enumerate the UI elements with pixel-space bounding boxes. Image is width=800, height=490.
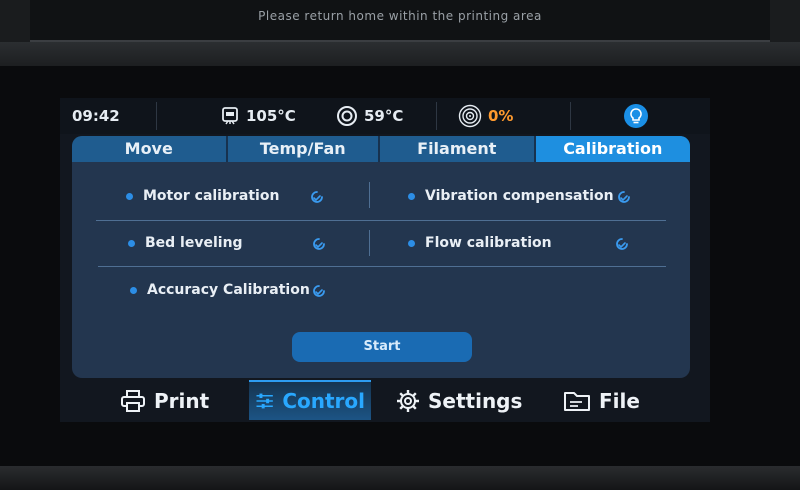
folder-icon (564, 392, 590, 411)
divider (96, 220, 666, 221)
calibration-item-label: Motor calibration (143, 188, 280, 204)
light-toggle[interactable] (623, 98, 655, 134)
calibration-item-motor[interactable]: Motor calibration (126, 184, 279, 208)
bullet-dot (408, 192, 415, 200)
status-indicator-icon (616, 238, 628, 250)
divider (369, 230, 370, 256)
light-bulb-icon (624, 104, 648, 128)
nav-control[interactable]: Control (249, 380, 371, 420)
status-separator (156, 102, 157, 130)
divider (369, 182, 370, 208)
printer-icon (121, 390, 145, 412)
status-bar: 09:42 105°C 59°C 0% (60, 98, 710, 134)
tab-calibration[interactable]: Calibration (535, 136, 690, 162)
gear-icon (397, 390, 419, 412)
bullet-dot (130, 286, 137, 294)
nav-label: Print (154, 389, 210, 413)
device-lower-edge (0, 466, 800, 490)
calibration-item-bed-leveling[interactable]: Bed leveling (128, 231, 243, 255)
control-panel: Move Temp/Fan Filament Calibration Motor… (72, 136, 690, 378)
bed-temperature[interactable]: 105°C (220, 98, 296, 134)
nozzle-temperature[interactable]: 59°C (336, 98, 403, 134)
nav-file[interactable]: File (563, 382, 640, 420)
divider (98, 266, 666, 267)
status-separator (436, 102, 437, 130)
calibration-item-flow[interactable]: Flow calibration (408, 231, 552, 255)
nozzle-icon (337, 106, 357, 126)
touch-screen: 09:42 105°C 59°C 0% Move Temp/Fan Filame… (60, 98, 710, 422)
calibration-item-label: Flow calibration (425, 235, 552, 251)
clock: 09:42 (72, 107, 120, 125)
tab-filament[interactable]: Filament (380, 136, 536, 162)
nav-label: Control (282, 389, 365, 413)
status-separator (570, 102, 571, 130)
bullet-dot (128, 239, 135, 247)
bullet-dot (126, 192, 133, 200)
calibration-item-label: Bed leveling (145, 235, 243, 251)
control-tabs: Move Temp/Fan Filament Calibration (72, 136, 690, 162)
calibration-item-label: Accuracy Calibration (147, 282, 310, 298)
bullet-dot (408, 239, 415, 247)
tab-temp-fan[interactable]: Temp/Fan (228, 136, 381, 162)
status-indicator-icon (313, 238, 325, 250)
calibration-item-accuracy[interactable]: Accuracy Calibration (130, 278, 310, 302)
calibration-item-label: Vibration compensation (425, 188, 614, 204)
bottom-navigation: Print Control Settings File (60, 380, 710, 422)
status-indicator-icon (618, 191, 630, 203)
nav-settings[interactable]: Settings (396, 382, 522, 420)
start-button[interactable]: Start (292, 332, 472, 362)
fan-icon (458, 104, 482, 128)
fan-percent-value: 0% (488, 107, 514, 125)
nav-label: File (599, 389, 640, 413)
calibration-item-vibration[interactable]: Vibration compensation (408, 184, 614, 208)
nozzle-temp-value: 59°C (364, 107, 404, 125)
nav-print[interactable]: Print (120, 382, 209, 420)
sliders-icon (256, 393, 273, 409)
upper-display-message: Please return home within the printing a… (258, 9, 542, 23)
tab-move[interactable]: Move (72, 136, 228, 162)
status-indicator-icon (313, 285, 325, 297)
upper-display-panel: Please return home within the printing a… (30, 0, 770, 42)
bed-temp-icon (222, 107, 238, 125)
nav-label: Settings (428, 389, 523, 413)
status-indicator-icon (311, 191, 323, 203)
bezel-strip (0, 42, 800, 66)
fan-speed[interactable]: 0% (458, 98, 513, 134)
bed-temp-value: 105°C (246, 107, 296, 125)
